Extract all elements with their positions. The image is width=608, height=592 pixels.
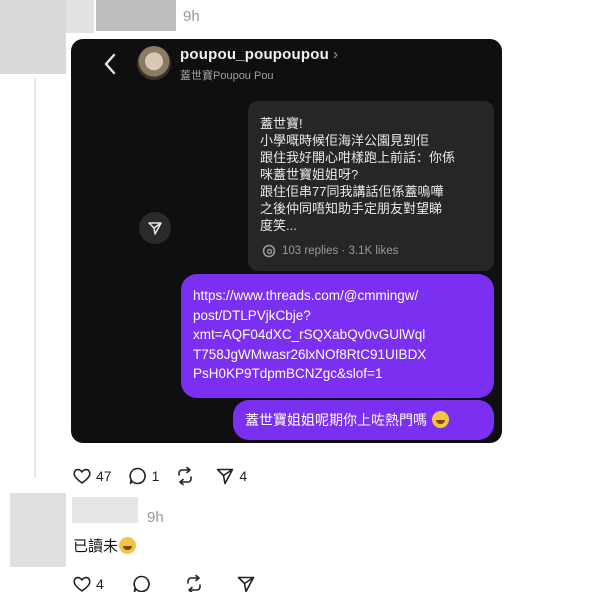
reply-message-bubble: 蓋世寶姐姐呢期你上咗熱門嗎 [233,400,494,440]
chat-name: poupou_poupoupou › [180,46,338,63]
thread-line [34,78,36,478]
chat-avatar [137,46,171,80]
reply-action-bar: 4 [72,574,276,592]
chat-subname: 蓋世寶Poupou Pou [180,70,274,82]
heart-icon [73,468,91,484]
share-button[interactable]: 4 [215,466,247,486]
reply-text: 已讀未 [73,535,137,556]
shared-post-meta: 103 replies · 3.1K likes [262,244,398,258]
redacted-username [96,0,176,31]
like-button[interactable]: 47 [72,466,112,486]
reply-like-button[interactable]: 4 [72,574,104,592]
repost-icon [186,574,201,592]
share-icon-button [139,212,171,244]
shared-post-stats: 103 replies · 3.1K likes [282,245,399,257]
post-timestamp: 9h [183,8,200,25]
back-chevron-icon [104,53,116,75]
redacted-avatar [0,0,66,74]
reply-timestamp: 9h [147,509,164,526]
chevron-right-icon: › [332,46,339,63]
chat-name-text: poupou_poupoupou [180,46,329,63]
repost-icon [178,466,193,486]
redacted-reply-avatar [10,493,66,567]
threads-logo-icon [262,244,276,258]
like-count: 47 [96,468,112,484]
send-icon [217,468,234,485]
send-icon [237,576,255,592]
laughing-emoji-icon [119,537,137,554]
comment-button[interactable]: 1 [128,466,160,486]
comment-icon [133,575,150,592]
reply-comment-button[interactable] [132,574,156,592]
post-action-bar: 47 1 4 [72,466,263,486]
send-icon [148,222,162,235]
reply-repost-button[interactable] [184,574,208,592]
shared-post-card: 蓋世寶! 小學嘅時候佢海洋公園見到佢 跟住我好開心咁樣跑上前話：你係 咪蓋世寶姐… [248,101,494,271]
reply-text-content: 已讀未 [73,538,119,555]
repost-button[interactable] [175,466,199,486]
heart-icon [73,576,91,592]
comment-count: 1 [151,468,160,484]
comment-icon [128,467,146,485]
redacted-username [66,0,94,33]
reply-like-count: 4 [96,576,104,592]
link-message-bubble: https://www.threads.com/@cmmingw/ post/D… [181,274,494,398]
reply-message-text: 蓋世寶姐姐呢期你上咗熱門嗎 [245,412,427,428]
share-count: 4 [239,468,248,484]
reply-share-button[interactable] [236,574,260,592]
smiling-emoji-icon [431,411,449,428]
dm-screenshot[interactable]: poupou_poupoupou › 蓋世寶Poupou Pou 蓋世寶! 小學嘅… [71,39,502,443]
shared-post-text: 蓋世寶! 小學嘅時候佢海洋公園見到佢 跟住我好開心咁樣跑上前話：你係 咪蓋世寶姐… [260,116,456,233]
redacted-reply-username [72,497,138,523]
